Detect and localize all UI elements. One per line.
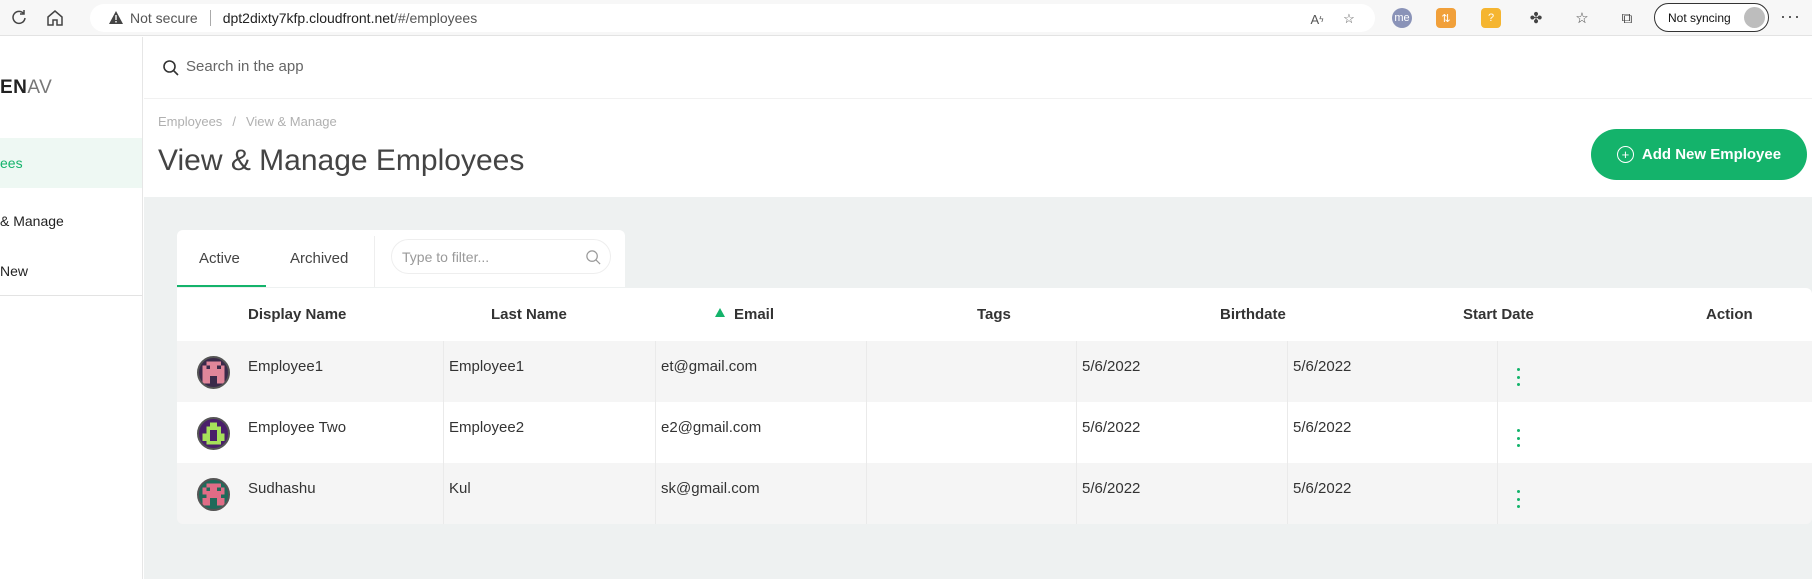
avatar-cell [177, 402, 244, 463]
filter-input[interactable]: Type to filter... [391, 239, 611, 274]
tab-archived[interactable]: Archived [290, 230, 348, 287]
column-header-email[interactable]: Email [734, 288, 774, 341]
cell-last-name: Employee2 [443, 402, 655, 463]
table-row[interactable]: Sudhashu Kul sk@gmail.com 5/6/2022 5/6/2… [177, 463, 1812, 524]
sidebar-item-label: New [0, 263, 29, 279]
sidebar-item-label: ees [0, 155, 23, 171]
cell-action [1497, 341, 1704, 402]
cell-display-name: Employee1 [248, 358, 324, 375]
employees-table: Display Name Last Name Email Tags Birthd… [177, 288, 1812, 524]
filter-placeholder: Type to filter... [402, 249, 490, 265]
extension-me-icon[interactable]: me [1392, 8, 1412, 28]
cell-email: et@gmail.com [655, 341, 866, 402]
column-header-display-name[interactable]: Display Name [248, 288, 346, 341]
page-header: Employees / View & Manage View & Manage Em… [144, 100, 1812, 197]
cell-tags [866, 402, 1077, 463]
cell-birthdate: 5/6/2022 [1076, 341, 1287, 402]
cell-start-date: 5/6/2022 [1287, 341, 1498, 402]
add-button-label: Add New Employee [1641, 146, 1782, 163]
sidebar: ENAV ees & Manage New [0, 37, 143, 579]
cell-tags [866, 463, 1077, 524]
read-aloud-icon[interactable]: Aϟ [1308, 10, 1326, 28]
profile-avatar [1744, 7, 1765, 28]
row-actions-menu-icon[interactable] [1517, 368, 1521, 386]
more-menu-icon[interactable]: ··· [1780, 6, 1801, 27]
favorite-add-icon[interactable]: ☆ [1340, 10, 1358, 28]
row-actions-menu-icon[interactable] [1517, 429, 1521, 447]
cell-display-name: Employee Two [248, 419, 347, 436]
search-icon [586, 250, 601, 265]
column-header-birthdate[interactable]: Birthdate [1220, 288, 1286, 341]
extension-orange-icon[interactable]: ⇅ [1436, 8, 1456, 28]
security-label: Not secure [130, 10, 198, 26]
cell-start-date: 5/6/2022 [1287, 402, 1498, 463]
add-new-employee-button[interactable]: + Add New Employee [1591, 129, 1807, 180]
breadcrumb-view-manage: View & Manage [245, 114, 337, 129]
avatar [197, 356, 230, 389]
column-header-start-date[interactable]: Start Date [1463, 288, 1534, 341]
column-header-tags[interactable]: Tags [977, 288, 1011, 341]
sync-label: Not syncing [1668, 10, 1731, 25]
url-host: dpt2dixty7kfp.cloudfront.net [222, 10, 394, 26]
column-header-last-name[interactable]: Last Name [491, 288, 567, 341]
avatar [197, 417, 230, 450]
search-icon [163, 60, 179, 76]
home-icon[interactable] [44, 7, 66, 29]
cell-action [1497, 463, 1704, 524]
avatar [197, 478, 230, 511]
tab-divider [374, 236, 375, 287]
page-title: View & Manage Employees [158, 144, 525, 177]
warning-icon [109, 11, 123, 24]
cell-tags [866, 341, 1077, 402]
active-tab-indicator [177, 285, 266, 287]
url-path: /#/employees [393, 10, 478, 26]
extension-question-icon[interactable]: ? [1481, 8, 1501, 28]
tab-label: Active [199, 250, 240, 267]
cell-last-name: Kul [443, 463, 655, 524]
tabs-bar: Active Archived Type to filter... [177, 230, 625, 287]
address-bar[interactable]: Not secure dpt2dixty7kfp.cloudfront.net/… [90, 4, 1375, 32]
sort-ascending-icon[interactable] [715, 308, 725, 317]
cell-email: e2@gmail.com [655, 402, 866, 463]
content-area: Active Archived Type to filter... Displa… [144, 197, 1812, 579]
table-row[interactable]: Employee Two Employee2 e2@gmail.com 5/6/… [177, 402, 1812, 463]
extensions-icon[interactable]: ✤ [1526, 8, 1546, 28]
breadcrumb: Employees / View & Manage [158, 114, 337, 129]
app-logo: ENAV [0, 77, 53, 98]
app-search-bar[interactable]: Search in the app [144, 37, 1812, 99]
address-divider [209, 10, 211, 26]
sidebar-item-employees[interactable]: ees [0, 138, 142, 188]
sync-button[interactable]: Not syncing [1654, 3, 1769, 32]
table-row[interactable]: Employee1 Employee1 et@gmail.com 5/6/202… [177, 341, 1812, 402]
row-actions-menu-icon[interactable] [1517, 490, 1521, 508]
collections-icon[interactable]: ⧉ [1617, 8, 1637, 28]
tab-active[interactable]: Active [199, 230, 240, 287]
avatar-cell [177, 463, 244, 524]
cell-action [1497, 402, 1704, 463]
breadcrumb-employees[interactable]: Employees [158, 114, 222, 129]
cell-start-date: 5/6/2022 [1287, 463, 1498, 524]
cell-birthdate: 5/6/2022 [1076, 402, 1287, 463]
cell-last-name: Employee1 [443, 341, 655, 402]
browser-toolbar: Not secure dpt2dixty7kfp.cloudfront.net/… [0, 0, 1812, 36]
cell-email: sk@gmail.com [655, 463, 866, 524]
cell-display-name: Sudhashu [248, 480, 316, 497]
url-text: dpt2dixty7kfp.cloudfront.net/#/employees [223, 10, 478, 26]
refresh-icon[interactable] [8, 7, 30, 29]
sidebar-item-new[interactable]: New [0, 246, 142, 296]
tab-label: Archived [290, 250, 349, 267]
cell-birthdate: 5/6/2022 [1076, 463, 1287, 524]
sidebar-item-label: & Manage [0, 213, 64, 229]
breadcrumb-separator: / [232, 114, 236, 129]
favorites-icon[interactable]: ☆ [1572, 8, 1592, 28]
sidebar-divider [0, 295, 142, 296]
avatar-cell [177, 341, 244, 402]
column-header-action: Action [1706, 306, 1753, 323]
sidebar-item-view-manage[interactable]: & Manage [0, 196, 142, 246]
search-input[interactable]: Search in the app [186, 58, 304, 75]
plus-circle-icon: + [1616, 146, 1634, 163]
